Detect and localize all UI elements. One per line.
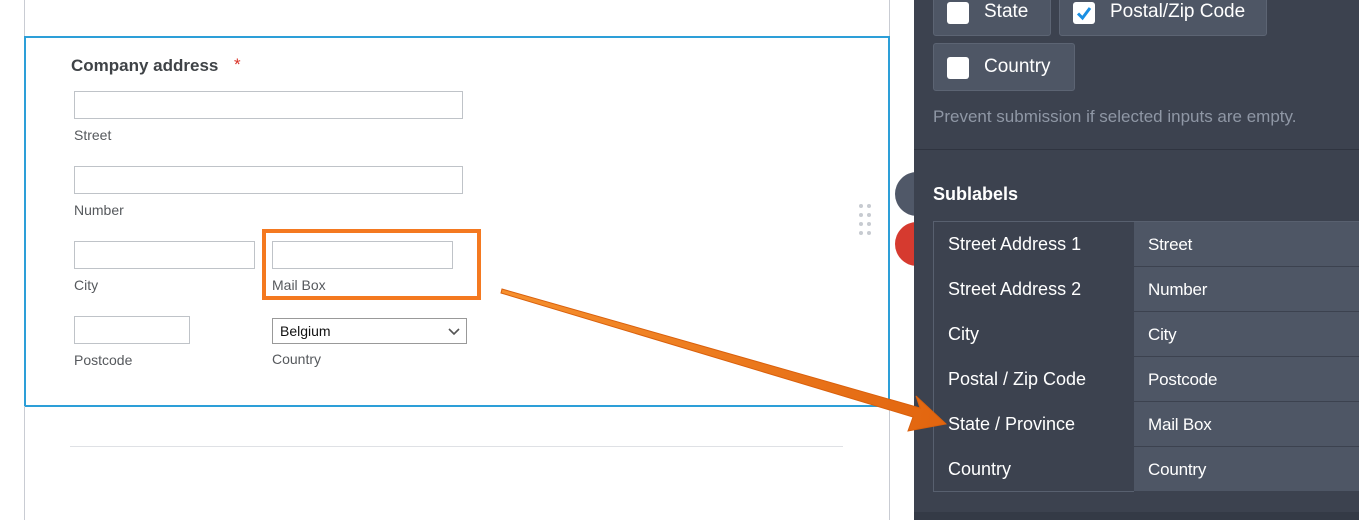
- required-marker: *: [234, 55, 241, 74]
- number-sublabel: Number: [74, 202, 124, 218]
- checkbox-postal-zip[interactable]: Postal/Zip Code: [1059, 0, 1267, 36]
- checkbox-box[interactable]: [1073, 2, 1095, 24]
- sublabel-key: Country: [948, 459, 1012, 479]
- country-sublabel: Country: [272, 351, 322, 367]
- field-divider: [70, 446, 843, 447]
- sublabel-row: Street Address 2 Number: [934, 267, 1359, 312]
- address-field-card[interactable]: Company address * Street Number City Mai…: [24, 36, 890, 407]
- previous-field-card[interactable]: [24, 0, 890, 38]
- drag-handle-icon[interactable]: [858, 204, 874, 240]
- panel-bottom-strip: [914, 512, 1359, 520]
- sublabel-key: State / Province: [948, 414, 1076, 434]
- checkbox-state[interactable]: State: [933, 0, 1051, 36]
- street-input[interactable]: [74, 91, 463, 119]
- mailbox-highlight-box: [262, 229, 481, 300]
- sublabels-title: Sublabels: [933, 184, 1019, 204]
- street-sublabel: Street: [74, 127, 112, 143]
- checkmark-icon: [1076, 7, 1092, 21]
- sublabel-value-input[interactable]: Mail Box: [1134, 402, 1359, 447]
- panel-separator: [914, 149, 1359, 150]
- sublabel-value-input[interactable]: Street: [1134, 222, 1359, 267]
- number-input[interactable]: [74, 166, 463, 194]
- properties-panel: State Postal/Zip Code Country Prevent su…: [914, 0, 1359, 520]
- city-sublabel: City: [74, 277, 99, 293]
- sublabel-value-input[interactable]: Number: [1134, 267, 1359, 312]
- sublabel-key: Street Address 1: [948, 234, 1082, 254]
- country-select[interactable]: Belgium: [272, 318, 467, 344]
- sublabel-key: Street Address 2: [948, 279, 1082, 299]
- sublabels-table: Street Address 1 Street Street Address 2…: [933, 221, 1359, 492]
- sublabel-row: Postal / Zip Code Postcode: [934, 357, 1359, 402]
- city-input[interactable]: [74, 241, 255, 269]
- sublabel-value-input[interactable]: City: [1134, 312, 1359, 357]
- required-hint: Prevent submission if selected inputs ar…: [933, 107, 1297, 126]
- checkbox-label: State: [984, 1, 1029, 22]
- sublabel-key: City: [948, 324, 979, 344]
- sublabel-key: Postal / Zip Code: [948, 369, 1087, 389]
- checkbox-box[interactable]: [947, 57, 969, 79]
- checkbox-country[interactable]: Country: [933, 43, 1075, 91]
- sublabel-value-input[interactable]: Country: [1134, 447, 1359, 492]
- form-canvas: Company address * Street Number City Mai…: [0, 0, 914, 520]
- sublabel-row: City City: [934, 312, 1359, 357]
- checkbox-label: Country: [984, 56, 1051, 77]
- country-select-value: Belgium: [280, 323, 331, 339]
- checkbox-label: Postal/Zip Code: [1110, 1, 1246, 22]
- postcode-sublabel: Postcode: [74, 352, 133, 368]
- sublabel-row: Street Address 1 Street: [934, 222, 1359, 267]
- sublabel-value-input[interactable]: Postcode: [1134, 357, 1359, 402]
- next-field-card[interactable]: [24, 406, 890, 520]
- sublabel-row: State / Province Mail Box: [934, 402, 1359, 447]
- checkbox-box[interactable]: [947, 2, 969, 24]
- sublabel-row: Country Country: [934, 447, 1359, 492]
- field-label[interactable]: Company address: [71, 56, 218, 76]
- postcode-input[interactable]: [74, 316, 190, 344]
- chevron-down-icon: [448, 328, 460, 336]
